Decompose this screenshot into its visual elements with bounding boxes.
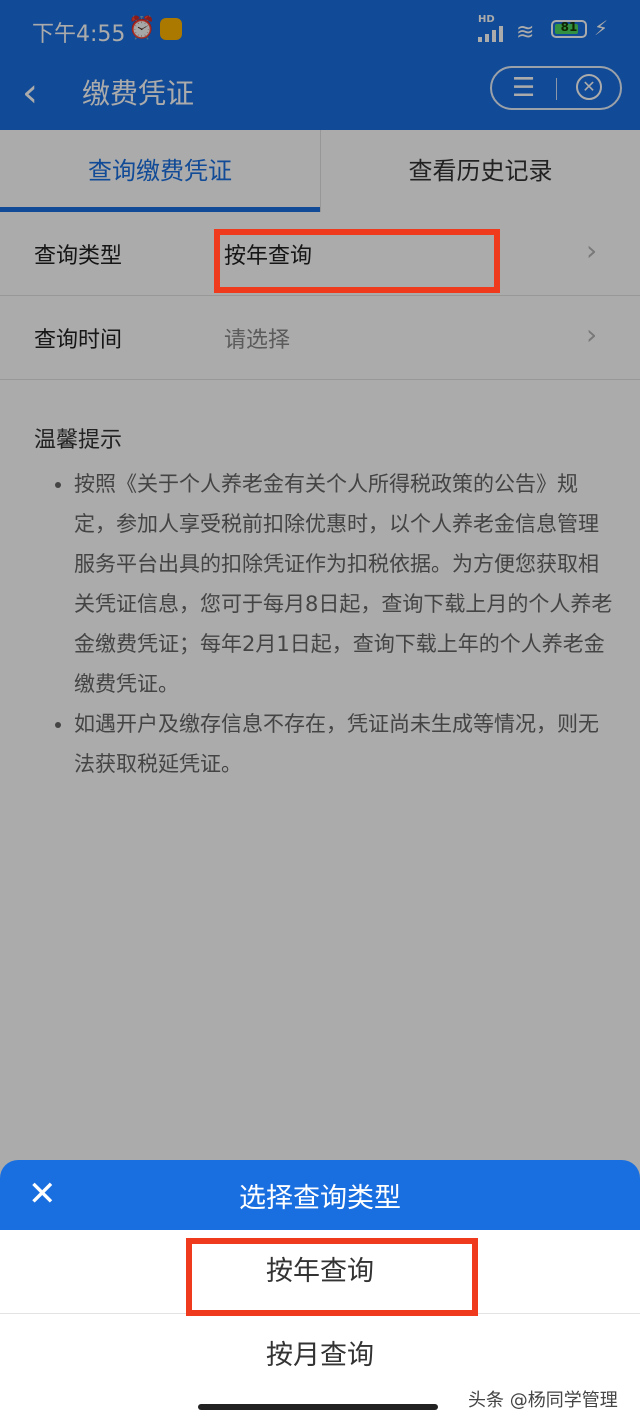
- annotation-highlight-query-type: [214, 229, 500, 293]
- sheet-title: 选择查询类型: [239, 1183, 401, 1214]
- watermark: 头条 @杨同学管理: [468, 1390, 618, 1411]
- sheet-header: ✕ 选择查询类型: [0, 1160, 640, 1230]
- home-indicator[interactable]: [198, 1404, 438, 1410]
- annotation-highlight-year-option: [186, 1238, 478, 1316]
